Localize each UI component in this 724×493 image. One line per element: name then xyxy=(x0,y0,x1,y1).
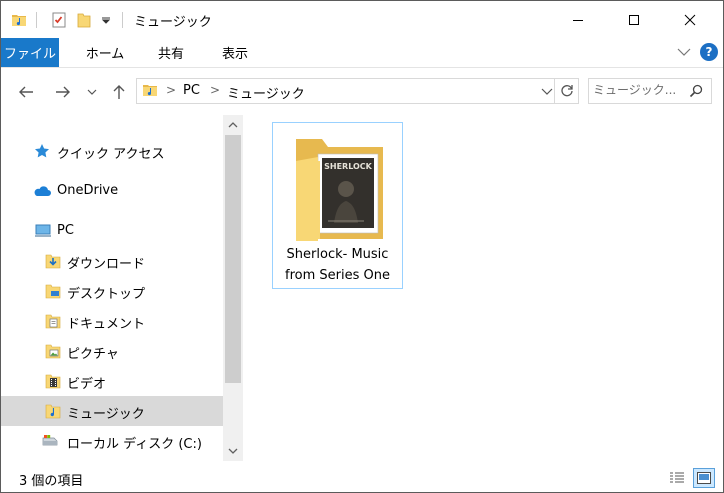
nav-item-label: ローカル ディスク (C:) xyxy=(67,437,202,452)
nav-item-pc[interactable]: PC xyxy=(1,216,223,246)
chevron-up-icon xyxy=(228,122,238,128)
maximize-icon xyxy=(629,14,639,25)
file-list: SHERLOCK Sherlock- Music from Series One xyxy=(243,115,723,461)
title-bar: ミュージック xyxy=(1,1,723,38)
window-title: ミュージック xyxy=(134,15,212,30)
ribbon: ファイル ホーム 共有 表示 ? xyxy=(1,38,723,68)
nav-item-label: ビデオ xyxy=(67,377,107,392)
breadcrumb-separator: > xyxy=(210,83,221,97)
nav-item-music[interactable]: ミュージック xyxy=(1,396,223,426)
search-icon[interactable] xyxy=(689,84,703,102)
navigation-bar: > PC > ミュージック xyxy=(1,68,723,115)
search-input[interactable] xyxy=(593,83,687,97)
search-box[interactable] xyxy=(588,78,712,104)
nav-item-pictures[interactable]: ピクチャ xyxy=(1,336,223,366)
details-view-icon xyxy=(670,472,684,483)
breadcrumb-pc[interactable]: PC xyxy=(183,83,200,98)
folder-name-line: Sherlock- Music xyxy=(286,247,389,262)
pictures-folder-icon xyxy=(45,344,61,359)
tab-share[interactable]: 共有 xyxy=(143,38,199,67)
nav-item-onedrive[interactable]: OneDrive xyxy=(1,176,223,206)
new-folder-icon[interactable] xyxy=(75,10,93,30)
breadcrumb-music[interactable]: ミュージック xyxy=(227,83,305,102)
tab-file[interactable]: ファイル xyxy=(1,38,59,67)
chevron-down-icon xyxy=(677,48,691,56)
nav-item-label: クイック アクセス xyxy=(57,147,165,162)
details-view-button[interactable] xyxy=(666,468,688,488)
breadcrumb-separator: > xyxy=(166,83,177,97)
music-folder-icon xyxy=(45,404,61,419)
maximize-button[interactable] xyxy=(611,1,657,38)
nav-item-local-disk[interactable]: ローカル ディスク (C:) xyxy=(1,426,223,456)
music-folder-icon xyxy=(142,82,158,102)
toolbar-separator xyxy=(122,12,123,28)
status-bar: 3 個の項目 xyxy=(1,461,723,492)
chevron-down-icon xyxy=(541,88,553,95)
close-button[interactable] xyxy=(667,1,713,38)
arrow-left-icon xyxy=(19,86,33,98)
videos-folder-icon xyxy=(45,374,61,389)
forward-button[interactable] xyxy=(53,82,73,102)
star-icon xyxy=(35,144,49,158)
refresh-icon xyxy=(560,85,573,97)
address-bar[interactable]: > PC > ミュージック xyxy=(136,78,579,104)
folder-name: Sherlock- Music from Series One xyxy=(273,244,402,286)
pc-icon xyxy=(35,224,51,237)
tab-home[interactable]: ホーム xyxy=(75,38,135,67)
chevron-down-icon xyxy=(87,89,97,95)
navigation-pane: クイック アクセス OneDrive PC ダウンロード デスクトップ ドキュメ… xyxy=(1,115,223,461)
close-icon xyxy=(684,14,696,25)
documents-folder-icon xyxy=(45,314,61,329)
expand-ribbon-button[interactable] xyxy=(677,46,691,61)
nav-item-label: OneDrive xyxy=(57,183,119,198)
folder-with-album-art-icon: SHERLOCK xyxy=(296,139,383,241)
address-history-button[interactable] xyxy=(541,86,553,101)
downloads-folder-icon xyxy=(45,254,61,269)
minimize-button[interactable] xyxy=(555,1,601,38)
desktop-folder-icon xyxy=(45,284,61,299)
nav-item-label: デスクトップ xyxy=(67,287,146,302)
large-icons-view-icon xyxy=(697,472,711,484)
nav-item-quick-access[interactable]: クイック アクセス xyxy=(1,136,223,166)
refresh-button[interactable] xyxy=(554,79,578,103)
large-icons-view-button[interactable] xyxy=(693,468,715,488)
nav-pane-scrollbar[interactable] xyxy=(223,115,243,461)
nav-item-videos[interactable]: ビデオ xyxy=(1,366,223,396)
customize-dropdown-icon[interactable] xyxy=(99,10,113,30)
help-button[interactable]: ? xyxy=(700,43,718,61)
item-count: 3 個の項目 xyxy=(19,474,84,489)
arrow-up-icon xyxy=(113,85,125,99)
nav-item-desktop[interactable]: デスクトップ xyxy=(1,276,223,306)
recent-locations-button[interactable] xyxy=(85,82,99,102)
folder-item[interactable]: SHERLOCK Sherlock- Music from Series One xyxy=(272,122,403,289)
properties-icon[interactable] xyxy=(49,10,69,30)
nav-item-downloads[interactable]: ダウンロード xyxy=(1,246,223,276)
back-button[interactable] xyxy=(16,82,36,102)
up-button[interactable] xyxy=(109,82,129,102)
minimize-icon xyxy=(573,19,583,21)
file-explorer-window: ミュージック ファイル ホーム 共有 表示 ? > PC > ミュージック ミュ… xyxy=(0,0,724,493)
tab-view[interactable]: 表示 xyxy=(207,38,263,67)
arrow-right-icon xyxy=(56,86,70,98)
toolbar-separator xyxy=(36,12,37,28)
scrollbar-thumb[interactable] xyxy=(225,135,241,383)
folder-name-line: from Series One xyxy=(285,268,390,283)
cloud-icon xyxy=(34,186,51,196)
nav-item-label: ミュージック xyxy=(67,407,145,422)
nav-item-label: ダウンロード xyxy=(67,257,146,272)
nav-item-documents[interactable]: ドキュメント xyxy=(1,306,223,336)
nav-item-label: PC xyxy=(57,223,74,238)
music-folder-icon[interactable] xyxy=(9,10,29,30)
scroll-up-button[interactable] xyxy=(223,115,243,135)
chevron-down-icon xyxy=(228,448,238,454)
scroll-down-button[interactable] xyxy=(223,441,243,461)
nav-item-label: ドキュメント xyxy=(67,317,146,332)
nav-item-label: ピクチャ xyxy=(67,347,119,362)
drive-icon xyxy=(42,435,58,446)
album-cover-title: SHERLOCK xyxy=(324,162,373,171)
